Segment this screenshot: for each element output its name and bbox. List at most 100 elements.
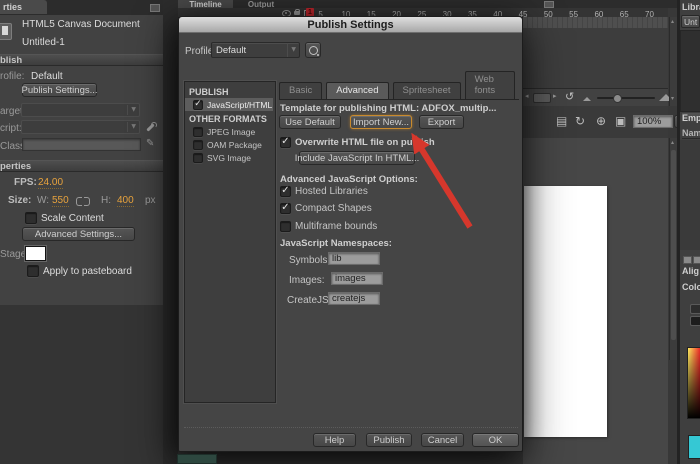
tab-timeline[interactable]: Timeline <box>178 0 233 8</box>
tab-basic[interactable]: Basic <box>279 82 323 99</box>
rotate-3d-icon[interactable]: ↻ <box>575 114 585 128</box>
doc-type-label: HTML5 Canvas Document <box>22 19 140 30</box>
advanced-options-header: Advanced JavaScript Options: <box>280 174 418 185</box>
class-input[interactable] <box>22 138 141 151</box>
doc-name-field[interactable]: Untitled-1 <box>22 37 65 48</box>
scale-content-checkbox[interactable] <box>25 212 37 224</box>
library-list[interactable] <box>680 140 700 250</box>
library-name-column[interactable]: Nam <box>682 128 700 139</box>
scroll-down-icon[interactable]: ▾ <box>671 95 674 102</box>
chevron-down-icon: ▼ <box>287 43 299 57</box>
format-row-oam[interactable]: OAM Package <box>185 138 273 151</box>
profile-options-button[interactable] <box>305 42 321 58</box>
help-button[interactable]: Help <box>313 433 356 447</box>
format-row-jpeg[interactable]: JPEG Image <box>185 125 273 138</box>
createjs-input[interactable] <box>328 292 380 305</box>
check-icon: ✓ <box>194 98 202 109</box>
fps-value[interactable]: 24.00 <box>38 177 64 189</box>
tab-properties-label: rties <box>3 2 23 12</box>
v-scrollbar-thumb[interactable] <box>671 150 676 340</box>
clapper-icon[interactable]: ▤ <box>556 114 567 128</box>
timeline-track-area[interactable] <box>523 28 668 88</box>
tab-library[interactable]: Libra <box>682 2 700 12</box>
compact-shapes-checkbox[interactable]: ✓ <box>280 202 291 214</box>
ok-button[interactable]: OK <box>472 433 519 447</box>
include-js-button[interactable]: Include JavaScript In HTML... <box>295 151 419 165</box>
hosted-libraries-checkbox[interactable]: ✓ <box>280 185 291 197</box>
panel-icon[interactable] <box>693 256 700 264</box>
scroll-right-icon[interactable]: ▸ <box>553 92 557 100</box>
frame-icon[interactable]: ▣ <box>615 114 626 128</box>
overwrite-checkbox[interactable]: ✓ <box>280 135 291 148</box>
slider-thumb[interactable] <box>613 94 622 103</box>
stage-color-swatch[interactable] <box>25 246 46 261</box>
color-swatch-cyan[interactable] <box>688 435 700 459</box>
format-row-javascript-html[interactable]: ✓ JavaScript/HTML <box>185 98 273 111</box>
pencil-icon[interactable]: ✎ <box>146 138 154 149</box>
crosshair-icon[interactable]: ⊕ <box>596 114 606 128</box>
format-checkbox[interactable] <box>193 126 203 137</box>
size-label: Size: <box>8 195 32 206</box>
symbols-input[interactable] <box>328 252 380 265</box>
target-select[interactable]: ▼ <box>21 103 140 117</box>
scroll-up-icon[interactable]: ▴ <box>671 18 674 25</box>
px-unit-label: px <box>145 195 156 206</box>
images-input[interactable] <box>331 272 383 285</box>
scroll-left-icon[interactable]: ◂ <box>525 92 529 100</box>
height-value[interactable]: 400 <box>117 195 134 207</box>
check-icon: ✓ <box>281 135 290 147</box>
tab-align[interactable]: Alig <box>682 266 700 276</box>
panel-menu-icon[interactable] <box>544 1 554 8</box>
wrench-icon[interactable] <box>145 122 157 133</box>
properties-section-header: perties <box>0 160 32 172</box>
multiframe-bounds-label: Multiframe bounds <box>295 221 378 232</box>
link-icon[interactable] <box>76 196 90 206</box>
library-panel: Libra Unt Empty Nam <box>680 0 700 252</box>
panel-menu-icon[interactable] <box>150 4 160 12</box>
h-scrollbar-thumb[interactable] <box>533 93 551 103</box>
color-gradient-picker[interactable] <box>687 347 700 419</box>
properties-panel: rties HTML5 Canvas Document Untitled-1 b… <box>0 0 163 464</box>
tab-properties[interactable]: rties <box>0 0 47 14</box>
advanced-settings-button[interactable]: Advanced Settings... <box>22 227 135 241</box>
fill-type-button[interactable] <box>690 304 700 314</box>
format-checkbox[interactable]: ✓ <box>193 98 203 110</box>
format-checkbox[interactable] <box>193 152 203 163</box>
library-preview <box>680 30 700 112</box>
panel-icon[interactable] <box>683 256 692 264</box>
export-button[interactable]: Export <box>419 115 464 129</box>
stage-canvas[interactable] <box>524 186 607 437</box>
script-select[interactable]: ▼ <box>21 120 140 134</box>
tab-webfonts[interactable]: Web fonts <box>464 71 515 99</box>
tab-color[interactable]: Colo <box>682 282 700 292</box>
import-new-button[interactable]: Import New... <box>350 115 412 129</box>
zoom-level-input[interactable]: 100% <box>633 115 673 128</box>
overwrite-label: Overwrite HTML file on publish <box>295 137 435 148</box>
zoom-out-icon[interactable] <box>583 97 591 101</box>
stage-area[interactable] <box>523 138 668 464</box>
tab-spritesheet[interactable]: Spritesheet <box>392 82 461 99</box>
multiframe-bounds-checkbox[interactable] <box>280 221 291 232</box>
loop-icon[interactable]: ↺ <box>565 90 574 103</box>
stroke-type-button[interactable] <box>690 316 700 326</box>
library-doc-select[interactable]: Unt <box>681 15 700 28</box>
tab-advanced[interactable]: Advanced <box>326 82 389 99</box>
lock-icon[interactable] <box>294 9 300 15</box>
scroll-up-icon[interactable]: ▴ <box>671 139 674 146</box>
dialog-profile-select[interactable]: Default ▼ <box>211 42 300 58</box>
width-value[interactable]: 550 <box>52 195 69 207</box>
timeline-zoom-slider[interactable] <box>597 94 655 103</box>
format-row-svg[interactable]: SVG Image <box>185 151 273 164</box>
apply-pasteboard-checkbox[interactable] <box>27 265 39 277</box>
tab-output[interactable]: Output <box>236 0 286 8</box>
dialog-title-bar[interactable]: Publish Settings <box>179 17 522 33</box>
panel-gap <box>163 0 178 464</box>
publish-button[interactable]: Publish <box>366 433 412 447</box>
cancel-button[interactable]: Cancel <box>421 433 464 447</box>
use-default-button[interactable]: Use Default <box>279 115 341 129</box>
hosted-libraries-label: Hosted Libraries <box>295 186 368 197</box>
format-checkbox[interactable] <box>193 139 203 150</box>
height-label: H: <box>101 195 111 206</box>
publish-settings-button[interactable]: Publish Settings... <box>21 83 98 97</box>
library-count-label: Empty <box>682 113 700 123</box>
